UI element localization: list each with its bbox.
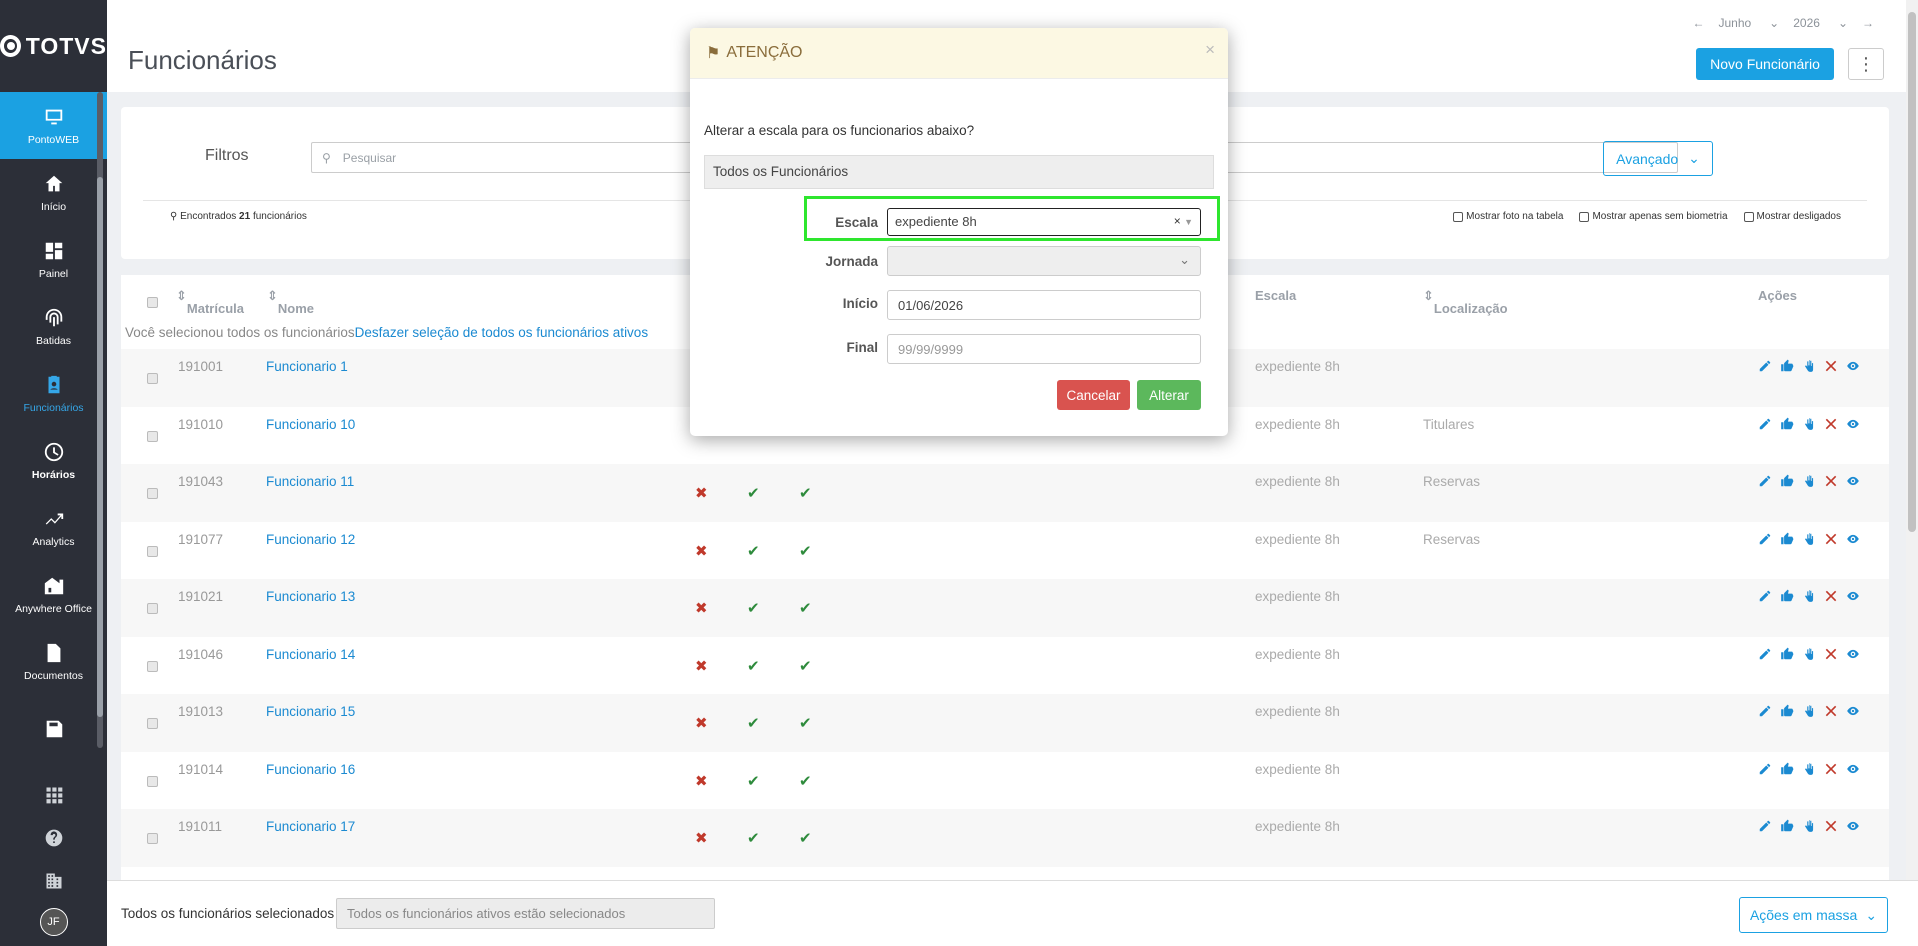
inicio-label: Início [842,296,878,311]
flag-icon: ⚑ [706,45,721,62]
cancel-button[interactable]: Cancelar [1057,380,1130,410]
close-icon[interactable]: × [1205,40,1215,60]
app-root: TOTVS PontoWEB Início Painel Batidas Fun… [0,0,1918,946]
modal-title: ATENÇÃO [726,44,803,61]
caret-down-icon: ▼ [1184,217,1193,227]
end-date-input[interactable]: 99/99/9999 [887,334,1201,364]
jornada-select[interactable]: ⌄ [887,246,1201,276]
modal-overlay: ⚑ ATENÇÃO × Alterar a escala para os fun… [0,0,1918,946]
jornada-label: Jornada [825,254,878,269]
final-label: Final [846,340,878,355]
modal-header: ⚑ ATENÇÃO [690,28,1228,79]
clear-icon[interactable]: × ▼ [1174,214,1193,230]
escala-select[interactable]: expediente 8h × ▼ [887,208,1201,236]
chevron-down-icon: ⌄ [1179,252,1190,267]
escala-value: expediente 8h [895,214,977,229]
target-employees-field: Todos os Funcionários [704,155,1214,189]
confirm-change-button[interactable]: Alterar [1137,380,1201,410]
escala-label: Escala [835,215,878,230]
modal-question: Alterar a escala para os funcionarios ab… [704,123,975,138]
start-date-input[interactable]: 01/06/2026 [887,290,1201,320]
change-schedule-modal: ⚑ ATENÇÃO × Alterar a escala para os fun… [690,28,1228,436]
